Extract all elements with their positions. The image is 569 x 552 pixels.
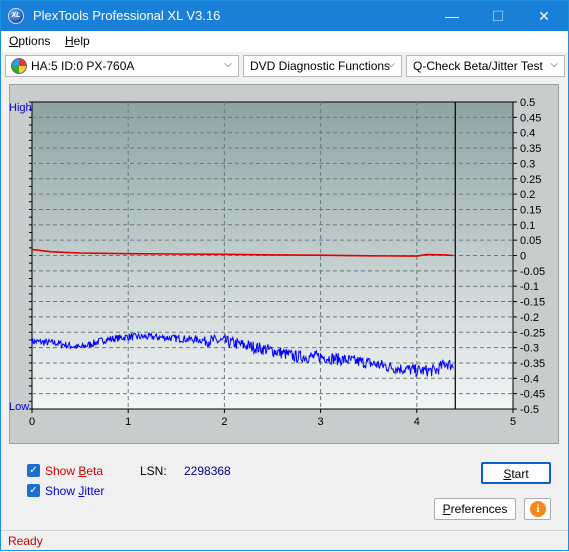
- app-window: XL PlexTools Professional XL V3.16 — ☐ ✕…: [0, 0, 569, 551]
- info-icon: i: [530, 501, 546, 517]
- lsn-value: 2298368: [184, 464, 231, 478]
- y-tick-label: 0.15: [520, 204, 541, 216]
- y-label-high: High: [9, 102, 32, 114]
- y-tick-label: -0.5: [520, 404, 539, 416]
- show-beta-checkbox[interactable]: ✓: [27, 464, 40, 477]
- x-tick-label: 2: [221, 416, 227, 428]
- y-tick-label: -0.2: [520, 312, 539, 324]
- y-tick-label: 0.45: [520, 112, 541, 124]
- preferences-label: references: [450, 502, 508, 516]
- show-jitter-label[interactable]: Show Jitter: [45, 484, 104, 498]
- y-tick-label: 0.2: [520, 189, 535, 201]
- y-tick-label: 0.4: [520, 128, 535, 140]
- show-beta-label-post: eta: [86, 464, 104, 478]
- y-tick-label: 0.3: [520, 158, 535, 170]
- preferences-accesskey: P: [442, 502, 451, 516]
- y-tick-label: 0.05: [520, 235, 541, 247]
- preferences-button[interactable]: Preferences: [434, 498, 516, 520]
- y-tick-label: -0.15: [520, 297, 545, 309]
- info-button[interactable]: i: [524, 498, 551, 520]
- y-label-low: Low: [9, 401, 30, 413]
- y-tick-label: -0.1: [520, 281, 539, 293]
- y-tick-label: -0.25: [520, 327, 545, 339]
- x-tick-label: 1: [125, 416, 131, 428]
- y-tick-label: -0.3: [520, 343, 539, 355]
- show-jitter-label-post: itter: [84, 484, 105, 498]
- y-tick-label: -0.35: [520, 358, 545, 370]
- y-tick-label: -0.45: [520, 389, 545, 401]
- start-button[interactable]: Start: [481, 462, 551, 484]
- x-tick-label: 3: [318, 416, 324, 428]
- y-tick-label: 0.1: [520, 220, 535, 232]
- y-tick-label: 0: [520, 251, 526, 263]
- status-text: Ready: [8, 534, 43, 548]
- y-tick-label: 0.5: [520, 97, 535, 109]
- x-tick-label: 4: [414, 416, 420, 428]
- x-tick-label: 0: [29, 416, 35, 428]
- show-beta-label[interactable]: Show Beta: [45, 464, 103, 478]
- y-tick-label: -0.05: [520, 266, 545, 278]
- start-label: tart: [511, 467, 529, 481]
- y-tick-label: -0.4: [520, 373, 539, 385]
- show-jitter-checkbox[interactable]: ✓: [27, 484, 40, 497]
- y-tick-label: 0.35: [520, 143, 541, 155]
- lsn-label: LSN:: [140, 464, 167, 478]
- status-bar: Ready: [1, 530, 568, 550]
- show-beta-label-pre: Show: [45, 464, 79, 478]
- x-tick-label: 5: [510, 416, 516, 428]
- y-tick-label: 0.25: [520, 174, 541, 186]
- show-jitter-label-pre: Show: [45, 484, 79, 498]
